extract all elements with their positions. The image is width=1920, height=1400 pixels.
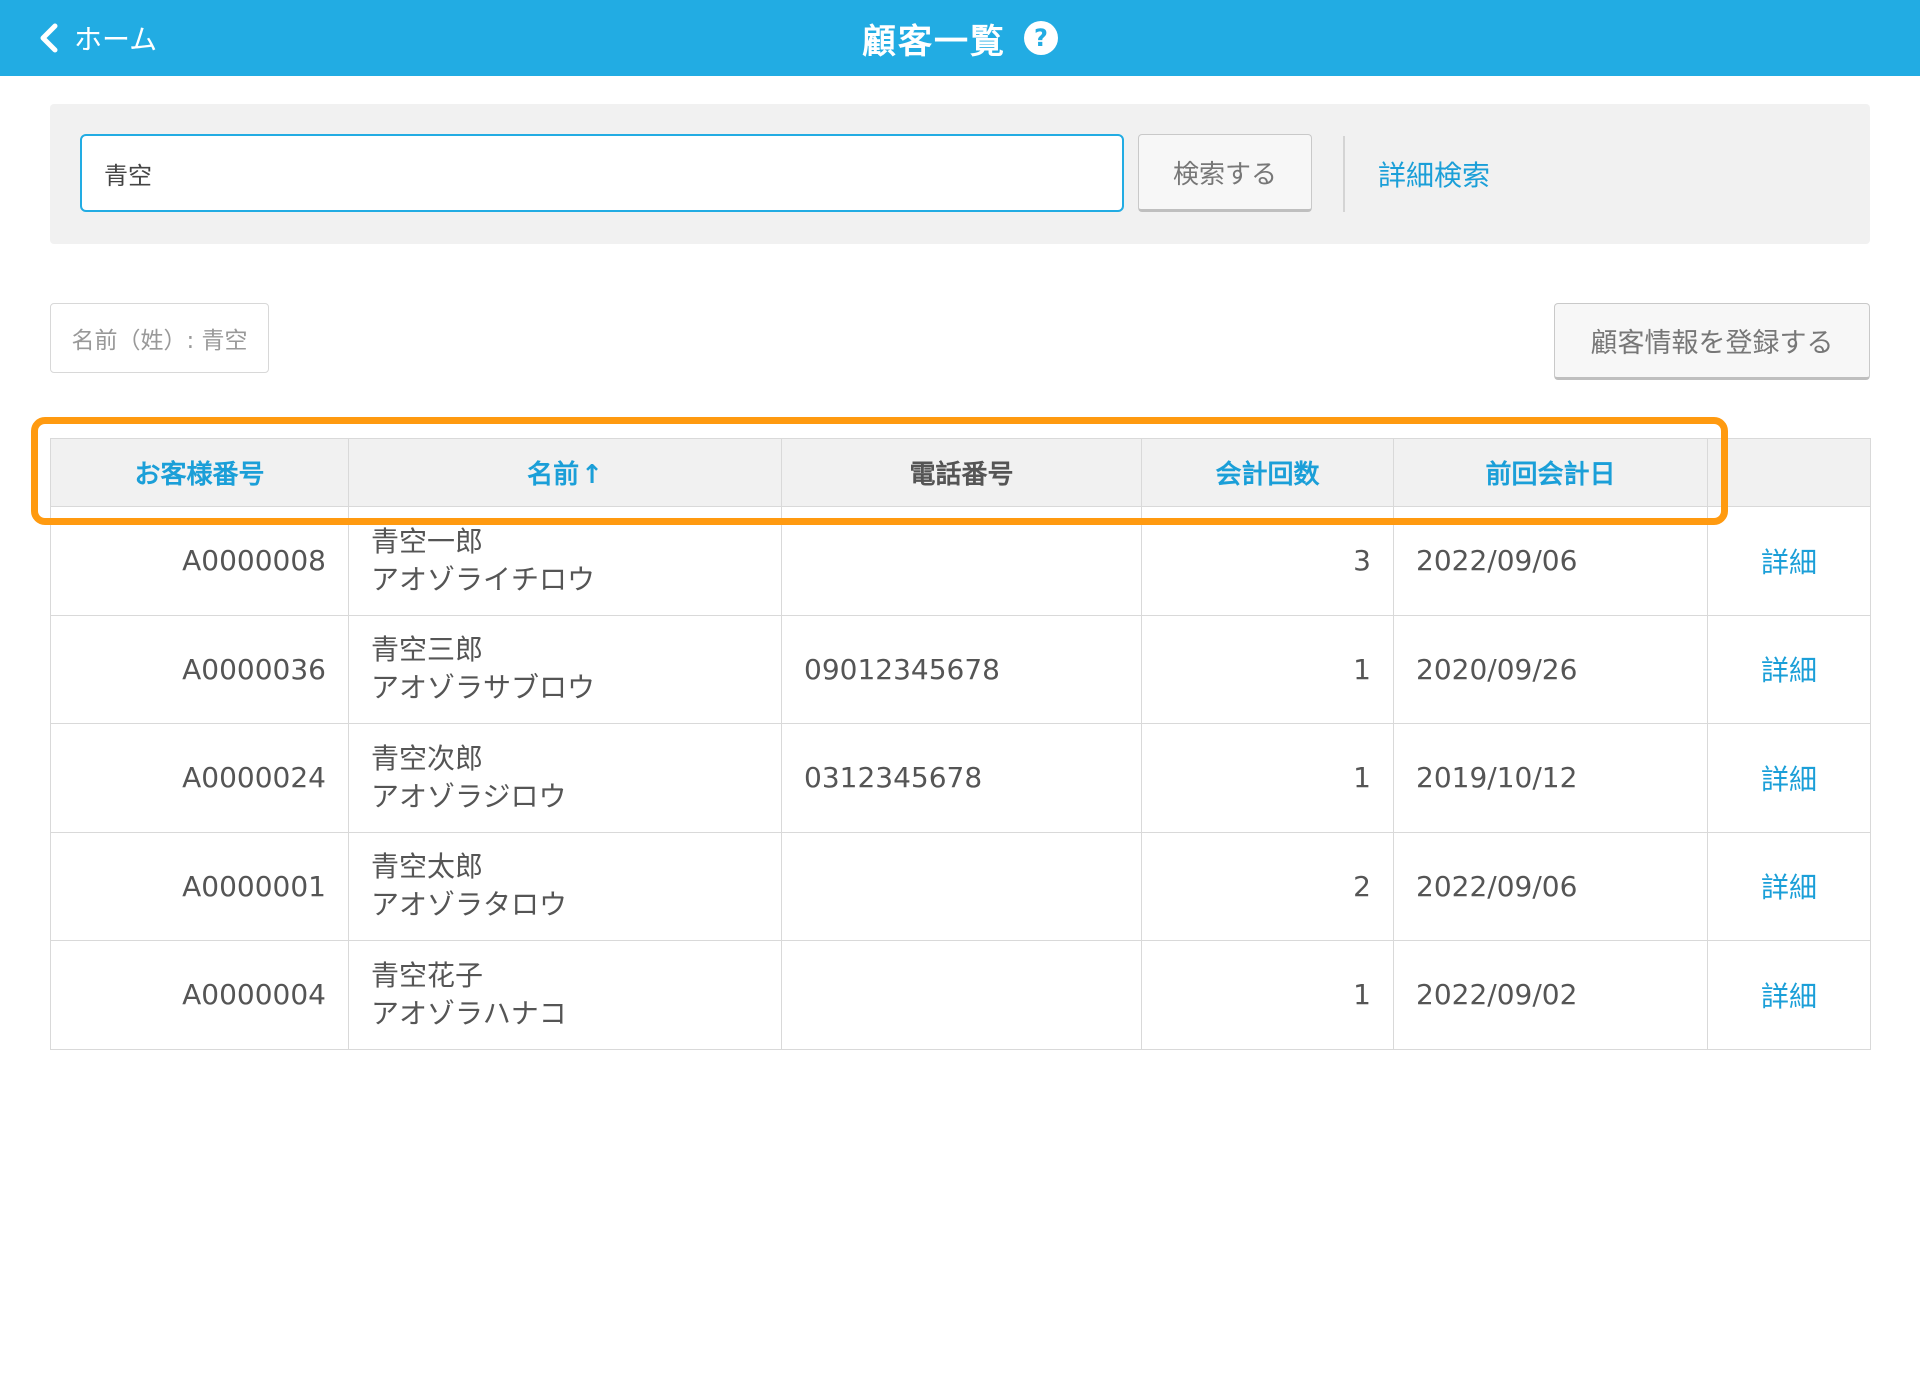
visit-count: 2 [1141,831,1394,941]
name-kanji: 青空一郎 [371,524,484,558]
customer-number: A0000036 [50,614,349,724]
name-kana: アオゾラジロウ [371,779,567,813]
last-visit-date: 2022/09/06 [1393,506,1708,616]
last-visit-date: 2019/10/12 [1393,723,1708,833]
column-header-name[interactable]: 名前↑ [348,438,782,507]
customer-number: A0000004 [50,940,349,1050]
phone-number [781,831,1142,941]
column-header-name-label: 名前 [527,460,580,490]
customer-table: お客様番号 名前↑ 電話番号 会計回数 前回会計日 A0000008 青空一郎ア… [50,438,1871,1050]
column-header-actions [1707,438,1871,507]
column-header-phone: 電話番号 [781,438,1142,507]
visit-count: 1 [1141,940,1394,1050]
name-kana: アオゾラサブロウ [371,671,596,705]
customer-name: 青空次郎アオゾラジロウ [348,723,782,833]
last-visit-date: 2022/09/06 [1393,831,1708,941]
table-row: A0000036 青空三郎アオゾラサブロウ 09012345678 1 2020… [50,614,1871,724]
detail-link[interactable]: 詳細 [1707,940,1871,1050]
title-area: 顧客一覧 ? [0,0,1920,76]
last-visit-date: 2020/09/26 [1393,614,1708,724]
help-icon[interactable]: ? [1024,21,1058,55]
phone-number [781,940,1142,1050]
page-title: 顧客一覧 [862,21,1006,62]
visit-count: 1 [1141,723,1394,833]
last-visit-date: 2022/09/02 [1393,940,1708,1050]
detail-link[interactable]: 詳細 [1707,614,1871,724]
detail-link[interactable]: 詳細 [1707,506,1871,616]
customer-name: 青空花子アオゾラハナコ [348,940,782,1050]
customer-name: 青空三郎アオゾラサブロウ [348,614,782,724]
detail-link[interactable]: 詳細 [1707,831,1871,941]
name-kana: アオゾライチロウ [371,562,596,596]
visit-count: 1 [1141,614,1394,724]
top-bar: ホーム 顧客一覧 ? [0,0,1920,76]
customer-number: A0000001 [50,831,349,941]
phone-number [781,506,1142,616]
phone-number: 0312345678 [781,723,1142,833]
name-kana: アオゾラタロウ [371,888,568,922]
sort-ascending-icon: ↑ [581,460,603,490]
advanced-search-link[interactable]: 詳細検索 [1378,154,1490,194]
filter-chip: 名前（姓）: 青空 [50,303,269,373]
name-kanji: 青空三郎 [371,633,484,667]
table-row: A0000004 青空花子アオゾラハナコ 1 2022/09/02 詳細 [50,940,1871,1050]
customer-name: 青空太郎アオゾラタロウ [348,831,782,941]
phone-number: 09012345678 [781,614,1142,724]
visit-count: 3 [1141,506,1394,616]
name-kana: アオゾラハナコ [371,996,567,1030]
customer-name: 青空一郎アオゾライチロウ [348,506,782,616]
register-customer-button[interactable]: 顧客情報を登録する [1554,303,1870,380]
name-kanji: 青空太郎 [371,850,484,884]
column-header-visit-count[interactable]: 会計回数 [1141,438,1394,507]
search-input[interactable] [80,134,1124,212]
table-header-row: お客様番号 名前↑ 電話番号 会計回数 前回会計日 [50,438,1871,507]
column-header-customer-number[interactable]: お客様番号 [50,438,349,507]
divider [1343,136,1345,212]
table-row: A0000024 青空次郎アオゾラジロウ 0312345678 1 2019/1… [50,723,1871,833]
search-button[interactable]: 検索する [1138,134,1312,212]
table-row: A0000001 青空太郎アオゾラタロウ 2 2022/09/06 詳細 [50,831,1871,941]
column-header-last-visit[interactable]: 前回会計日 [1393,438,1708,507]
customer-number: A0000024 [50,723,349,833]
search-panel: 検索する 詳細検索 [50,104,1870,244]
table-row: A0000008 青空一郎アオゾライチロウ 3 2022/09/06 詳細 [50,506,1871,616]
detail-link[interactable]: 詳細 [1707,723,1871,833]
customer-number: A0000008 [50,506,349,616]
name-kanji: 青空花子 [371,958,484,992]
name-kanji: 青空次郎 [371,741,484,775]
